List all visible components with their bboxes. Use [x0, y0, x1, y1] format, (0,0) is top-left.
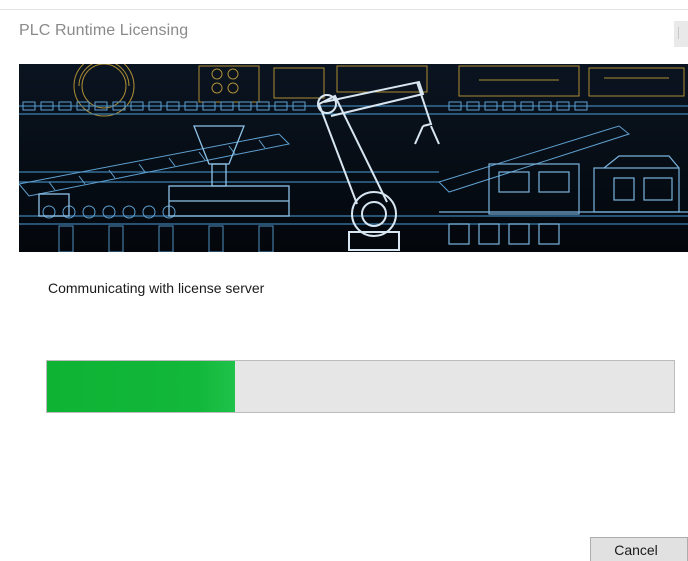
close-button[interactable]: [674, 21, 688, 47]
cancel-button[interactable]: Cancel: [590, 537, 688, 561]
title-bar: PLC Runtime Licensing: [0, 10, 688, 54]
window-title: PLC Runtime Licensing: [19, 22, 189, 39]
status-message: Communicating with license server: [48, 280, 265, 296]
progress-bar: [46, 360, 675, 413]
factory-blueprint-icon: [19, 64, 688, 252]
licensing-dialog: PLC Runtime Licensing Communicating with…: [0, 0, 688, 561]
progress-bar-fill: [47, 361, 236, 412]
banner-image: [19, 64, 688, 252]
